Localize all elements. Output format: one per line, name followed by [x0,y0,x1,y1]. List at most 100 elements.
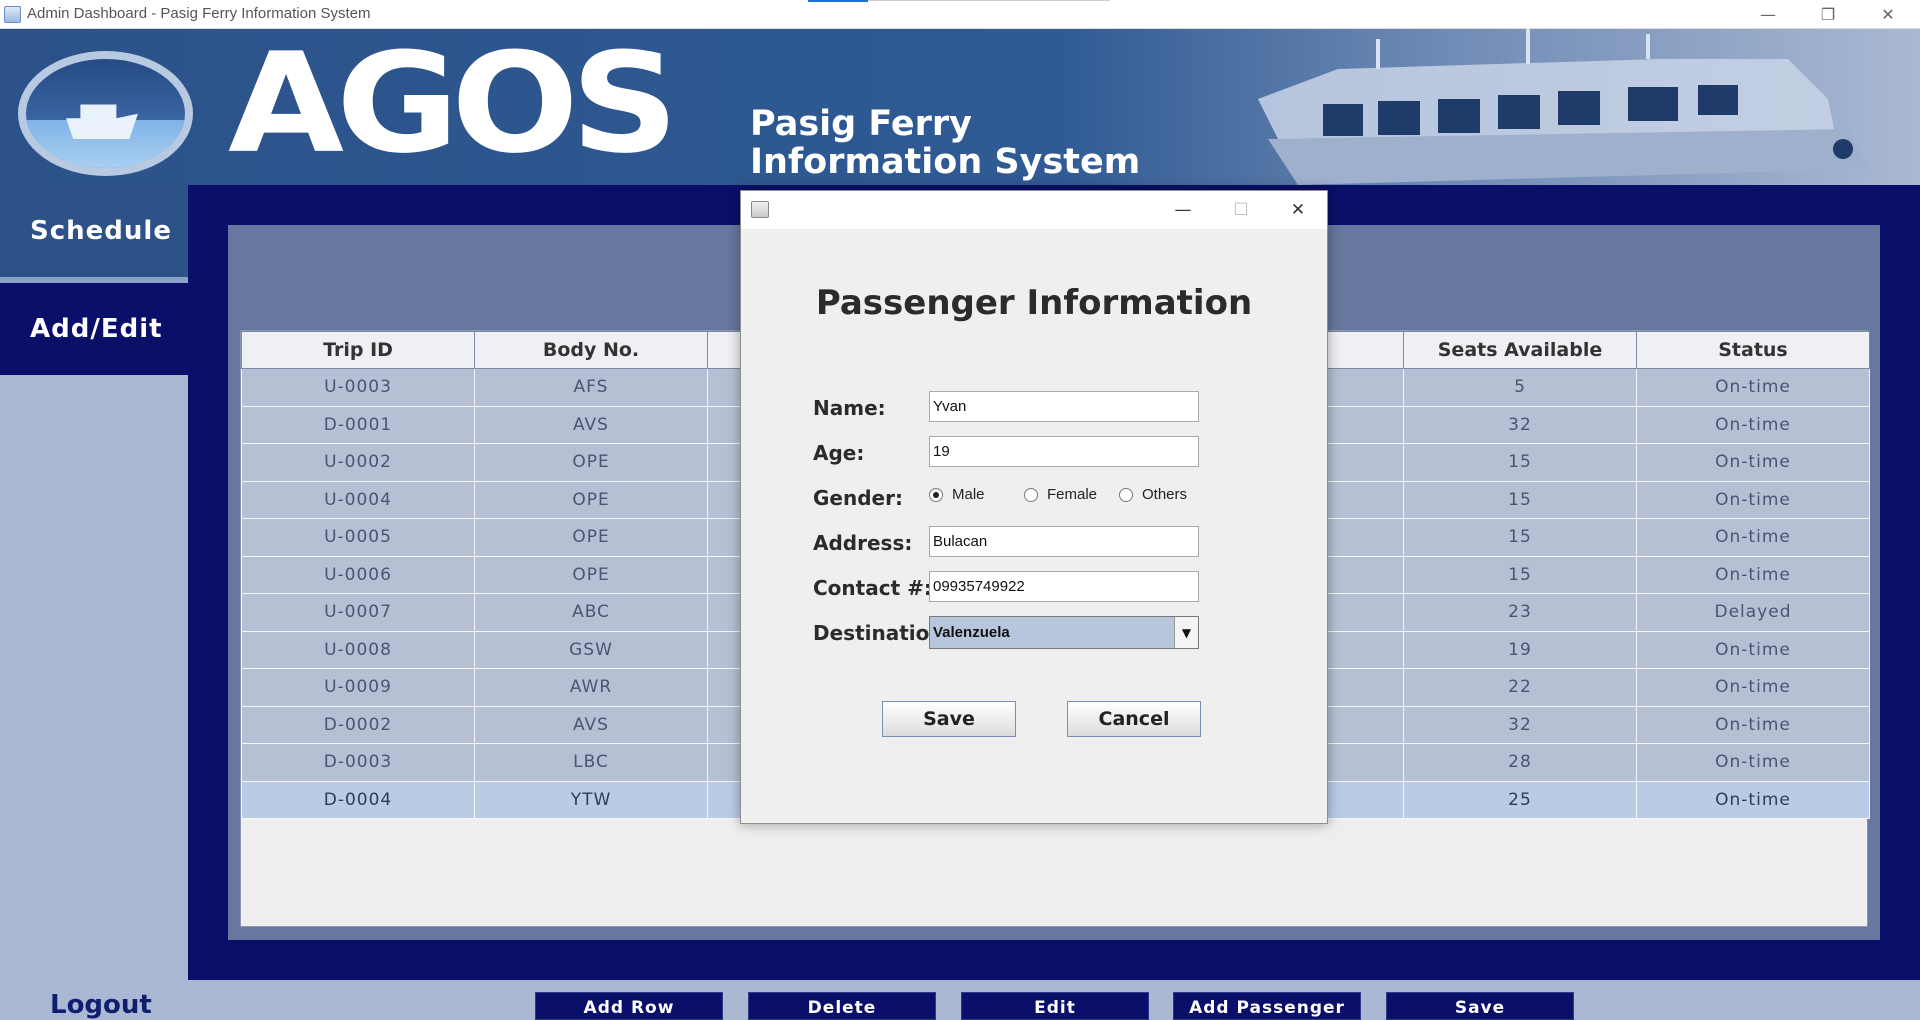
cell-seats-available[interactable]: 15 [1403,480,1637,519]
cell-trip-id[interactable]: D-0004 [241,780,475,819]
cell-trip-id[interactable]: U-0009 [241,668,475,707]
gender-option-label: Female [1047,486,1098,503]
cell-status[interactable]: On-time [1636,743,1870,782]
minimize-icon[interactable]: — [1740,0,1796,29]
gender-label: Gender: [813,486,903,510]
dialog-heading: Passenger Information [815,283,1253,323]
cell-seats-available[interactable]: 15 [1403,518,1637,557]
delete-button[interactable]: Delete [748,992,936,1020]
cell-trip-id[interactable]: U-0006 [241,555,475,594]
dialog-save-button[interactable]: Save [882,701,1016,737]
cell-body-no[interactable]: GSW [474,630,708,669]
cell-trip-id[interactable]: D-0002 [241,705,475,744]
gender-radio-female[interactable]: Female [1024,486,1097,503]
cell-body-no[interactable]: LBC [474,743,708,782]
taskbar-indicator [808,0,868,2]
cell-seats-available[interactable]: 15 [1403,555,1637,594]
ferry-logo [18,51,193,176]
column-header-seats-available[interactable]: Seats Available [1403,331,1637,369]
close-icon[interactable]: ✕ [1860,0,1916,29]
column-header-status[interactable]: Status [1636,331,1870,369]
name-label: Name: [813,396,886,420]
cell-trip-id[interactable]: U-0008 [241,630,475,669]
window-title: Admin Dashboard - Pasig Ferry Informatio… [27,5,371,22]
cell-status[interactable]: On-time [1636,780,1870,819]
cell-seats-available[interactable]: 32 [1403,405,1637,444]
cell-body-no[interactable]: AVS [474,705,708,744]
java-app-icon [4,6,21,23]
cell-seats-available[interactable]: 5 [1403,368,1637,407]
cell-trip-id[interactable]: U-0002 [241,443,475,482]
cell-status[interactable]: On-time [1636,668,1870,707]
maximize-icon: ☐ [1233,200,1249,220]
cell-status[interactable]: On-time [1636,518,1870,557]
name-field[interactable]: Yvan [929,391,1199,422]
cell-seats-available[interactable]: 22 [1403,668,1637,707]
cell-seats-available[interactable]: 28 [1403,743,1637,782]
cell-status[interactable]: On-time [1636,705,1870,744]
address-field[interactable]: Bulacan [929,526,1199,557]
cell-trip-id[interactable]: U-0005 [241,518,475,557]
cell-trip-id[interactable]: U-0003 [241,368,475,407]
cell-seats-available[interactable]: 19 [1403,630,1637,669]
cell-seats-available[interactable]: 25 [1403,780,1637,819]
close-icon[interactable]: ✕ [1269,191,1327,229]
cell-seats-available[interactable]: 23 [1403,593,1637,632]
cell-trip-id[interactable]: D-0003 [241,743,475,782]
save-button[interactable]: Save [1386,992,1574,1020]
cell-seats-available[interactable]: 15 [1403,443,1637,482]
address-label: Address: [813,531,913,555]
cell-status[interactable]: On-time [1636,555,1870,594]
brand-title: AGOS [228,29,679,185]
cell-status[interactable]: Delayed [1636,593,1870,632]
dialog-cancel-button[interactable]: Cancel [1067,701,1201,737]
restore-icon[interactable]: ❐ [1800,0,1856,29]
cell-trip-id[interactable]: U-0004 [241,480,475,519]
cell-body-no[interactable]: AWR [474,668,708,707]
passenger-information-dialog: — ☐ ✕ Passenger Information Name: Yvan A… [740,190,1328,824]
ship-icon [66,104,138,139]
age-field[interactable]: 19 [929,436,1199,467]
system-subtitle: Pasig Ferry Information System [750,105,1140,181]
cell-body-no[interactable]: ABC [474,593,708,632]
ferry-boat-image [1258,29,1868,185]
cell-trip-id[interactable]: D-0001 [241,405,475,444]
window-titlebar: Admin Dashboard - Pasig Ferry Informatio… [0,0,1920,29]
cell-body-no[interactable]: AVS [474,405,708,444]
cell-body-no[interactable]: OPE [474,480,708,519]
column-header-body-no[interactable]: Body No. [474,331,708,369]
gender-radio-male[interactable]: Male [929,486,985,503]
subtitle-line1: Pasig Ferry [750,104,972,144]
gender-option-label: Male [952,486,985,503]
sidebar-item-schedule[interactable]: Schedule [0,185,188,277]
cell-status[interactable]: On-time [1636,480,1870,519]
divider [868,0,1110,1]
column-header-trip-id[interactable]: Trip ID [241,331,475,369]
gender-radio-others[interactable]: Others [1119,486,1187,503]
cell-status[interactable]: On-time [1636,630,1870,669]
add-passenger-button[interactable]: Add Passenger [1173,992,1361,1020]
logout-button[interactable]: Logout [50,990,152,1020]
edit-button[interactable]: Edit [961,992,1149,1020]
chevron-down-icon[interactable]: ▼ [1174,617,1198,648]
cell-body-no[interactable]: YTW [474,780,708,819]
sidebar-item-add-edit[interactable]: Add/Edit [0,283,188,375]
cell-body-no[interactable]: OPE [474,555,708,594]
contact-field[interactable]: 09935749922 [929,571,1199,602]
cell-body-no[interactable]: OPE [474,518,708,557]
gender-option-label: Others [1142,486,1188,503]
radio-selected-icon [929,487,943,502]
java-app-icon [751,201,769,218]
cell-status[interactable]: On-time [1636,368,1870,407]
cell-seats-available[interactable]: 32 [1403,705,1637,744]
destination-dropdown[interactable]: Valenzuela ▼ [929,616,1199,649]
cell-trip-id[interactable]: U-0007 [241,593,475,632]
minimize-icon[interactable]: — [1154,191,1212,229]
destination-value: Valenzuela [933,624,1010,641]
cell-body-no[interactable]: OPE [474,443,708,482]
cell-status[interactable]: On-time [1636,405,1870,444]
age-label: Age: [813,441,865,465]
add-row-button[interactable]: Add Row [535,992,723,1020]
cell-body-no[interactable]: AFS [474,368,708,407]
cell-status[interactable]: On-time [1636,443,1870,482]
